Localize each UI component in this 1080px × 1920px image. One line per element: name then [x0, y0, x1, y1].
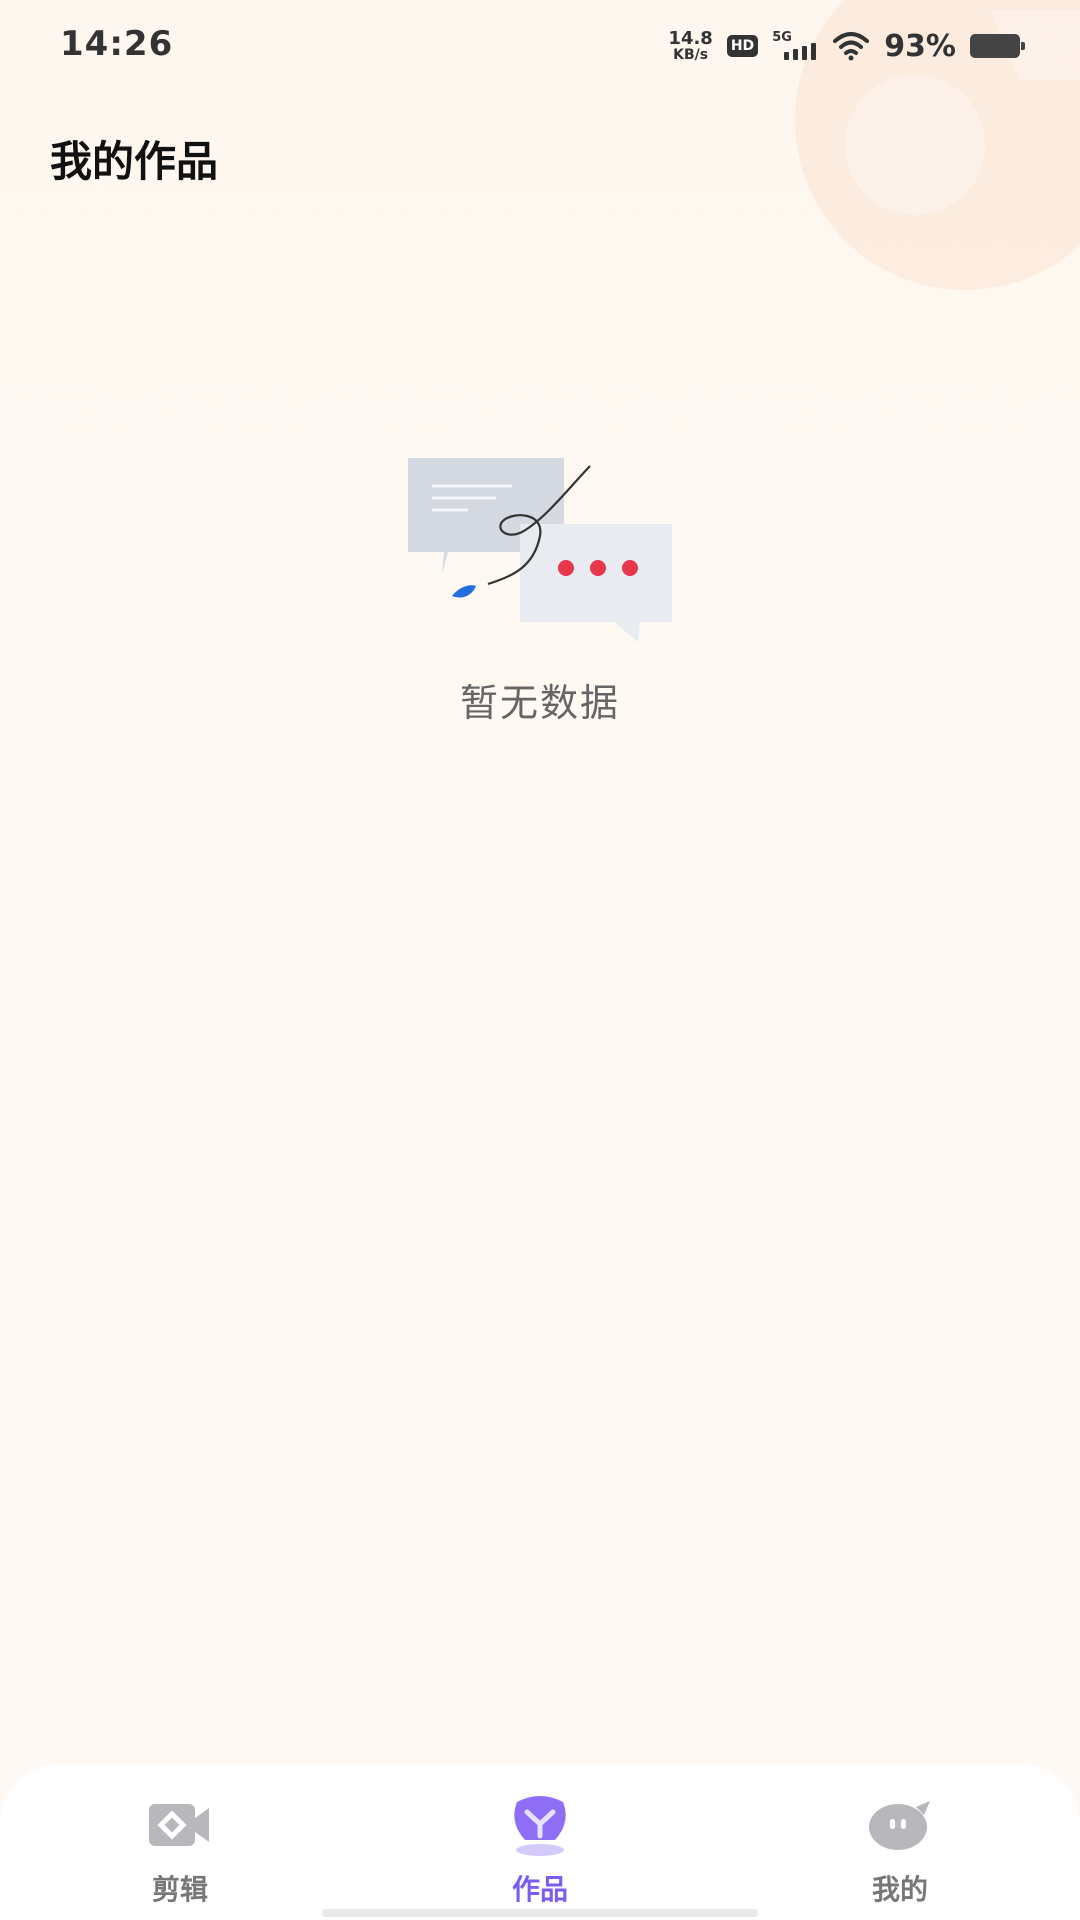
video-camera-icon [149, 1804, 209, 1846]
nav-item-edit[interactable]: 剪辑 [80, 1790, 280, 1908]
status-time: 14:26 [60, 24, 174, 64]
status-icons: 14.8 KB/s HD 5G 93% [668, 26, 1025, 66]
wifi-icon [833, 32, 870, 61]
status-bar: 14:26 14.8 KB/s HD 5G 93% [0, 0, 1080, 96]
chat-bubbles-icon [408, 458, 672, 642]
hd-badge: HD [726, 35, 759, 57]
network-speed-unit: KB/s [673, 47, 709, 63]
battery-icon [970, 34, 1025, 58]
nav-item-profile-label: 我的 [871, 1873, 928, 1906]
profile-icon [869, 1801, 930, 1850]
bottom-navigation: 剪辑 作品 我的 [0, 1764, 1080, 1920]
network-speed-value: 14.8 [668, 28, 713, 49]
nav-item-edit-label: 剪辑 [151, 1873, 208, 1906]
works-icon [514, 1796, 566, 1856]
nav-item-works[interactable]: 作品 [440, 1790, 640, 1908]
home-indicator[interactable] [322, 1909, 758, 1917]
cell-signal-icon: 5G [772, 30, 818, 62]
network-speed: 14.8 KB/s [668, 28, 713, 63]
nav-item-profile[interactable]: 我的 [800, 1790, 1000, 1908]
battery-percent: 93% [884, 28, 956, 64]
empty-state-message: 暂无数据 [459, 681, 620, 725]
page-title: 我的作品 [50, 137, 219, 186]
nav-item-works-label: 作品 [511, 1873, 568, 1906]
